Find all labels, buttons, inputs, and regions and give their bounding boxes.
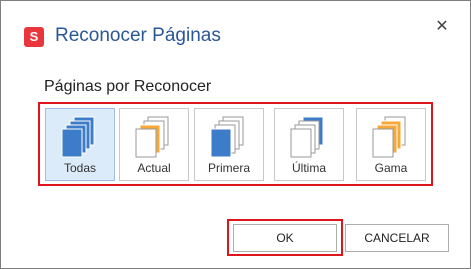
page-range-icon [372,116,406,158]
ok-button[interactable]: OK [233,224,337,252]
option-label: Primera [207,161,250,175]
option-label: Última [291,161,326,175]
close-icon: ✕ [435,18,449,35]
current-page-icon [135,116,169,158]
cancel-button[interactable]: CANCELAR [345,224,449,252]
last-page-icon [290,116,324,158]
option-label: Gama [374,161,408,175]
option-todas[interactable]: Todas [45,108,115,181]
option-ultima[interactable]: Última [274,108,344,181]
pages-section-label: Páginas por Reconocer [44,78,212,95]
dialog-title: Reconocer Páginas [55,25,221,46]
option-label: Actual [137,161,171,175]
option-gama[interactable]: Gama [356,108,426,181]
recognize-pages-dialog: S Reconocer Páginas ✕ Páginas por Recono… [0,0,471,269]
close-button[interactable]: ✕ [431,16,453,38]
all-pages-icon [61,116,95,158]
option-actual[interactable]: Actual [119,108,189,181]
dialog-titlebar: S Reconocer Páginas ✕ [1,1,470,63]
option-label: Todas [63,161,97,175]
option-primera[interactable]: Primera [194,108,264,181]
app-logo-icon: S [24,27,44,47]
first-page-icon [210,116,244,158]
